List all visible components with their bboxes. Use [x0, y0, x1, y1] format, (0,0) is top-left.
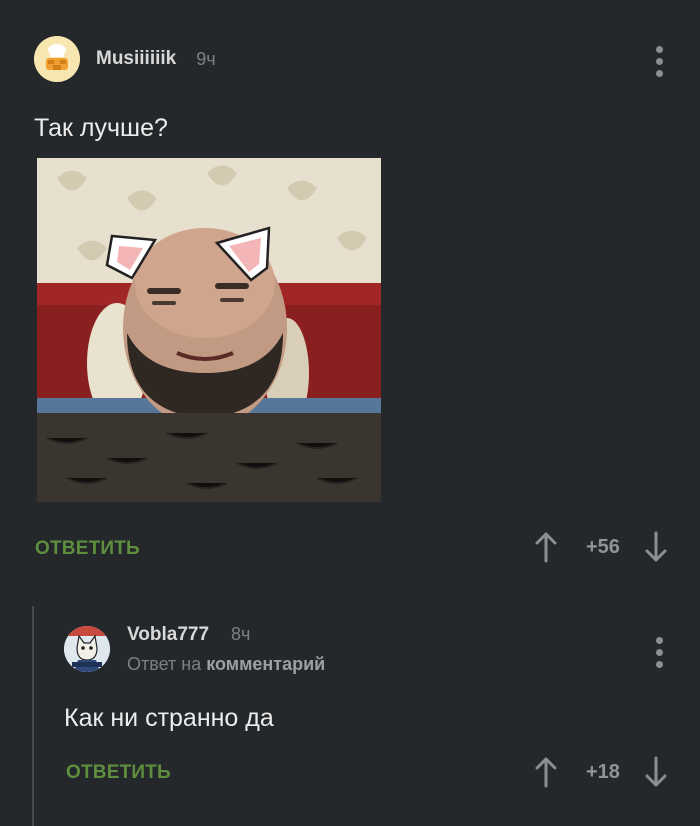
comment-username[interactable]: Musiiiiiik	[96, 48, 176, 70]
reply-score: +18	[586, 760, 620, 783]
cat-avatar-icon	[64, 626, 110, 672]
kebab-dot	[655, 46, 663, 53]
reply-meta: Vobla777 8ч Ответ на комментарий	[127, 624, 325, 675]
reply-to-prefix: Ответ на	[127, 654, 202, 674]
reply-button[interactable]: ОТВЕТИТЬ	[35, 538, 140, 560]
kebab-dot	[655, 70, 663, 77]
reply-username[interactable]: Vobla777	[127, 624, 209, 646]
comment-score: +56	[586, 535, 620, 558]
vote-controls: +56	[534, 531, 668, 563]
comment-body: Так лучше?	[34, 114, 168, 142]
reply-to-link[interactable]: комментарий	[206, 654, 325, 674]
arrow-down-icon[interactable]	[644, 531, 668, 563]
kebab-dot	[655, 637, 663, 644]
thread-line	[32, 606, 34, 826]
reply-button[interactable]: ОТВЕТИТЬ	[66, 762, 171, 784]
comment-time: 9ч	[196, 48, 216, 69]
more-vertical-icon[interactable]	[654, 637, 664, 668]
reply-user-avatar[interactable]	[64, 626, 110, 672]
user-avatar[interactable]	[34, 36, 80, 82]
comment-image[interactable]	[37, 158, 381, 502]
arrow-up-icon[interactable]	[534, 756, 558, 788]
more-vertical-icon[interactable]	[654, 46, 664, 77]
reply-meta-row: Vobla777 8ч	[127, 624, 325, 646]
kebab-dot	[655, 58, 663, 65]
reply-header: Vobla777 8ч Ответ на комментарий	[64, 624, 325, 675]
vote-controls: +18	[534, 756, 668, 788]
reply-body: Как ни странно да	[64, 704, 274, 732]
photo-illustration	[37, 158, 381, 502]
arrow-up-icon[interactable]	[534, 531, 558, 563]
comment-feed: Musiiiiiik 9ч Так лучше? ОТВЕТИТЬ +56 Vo…	[0, 0, 700, 826]
reply-to-line: Ответ на комментарий	[127, 654, 325, 675]
comment-header: Musiiiiiik 9ч	[34, 35, 216, 83]
reply-time: 8ч	[231, 624, 251, 644]
kebab-dot	[655, 661, 663, 668]
chef-avatar-icon	[34, 36, 80, 82]
arrow-down-icon[interactable]	[644, 756, 668, 788]
kebab-dot	[655, 649, 663, 656]
